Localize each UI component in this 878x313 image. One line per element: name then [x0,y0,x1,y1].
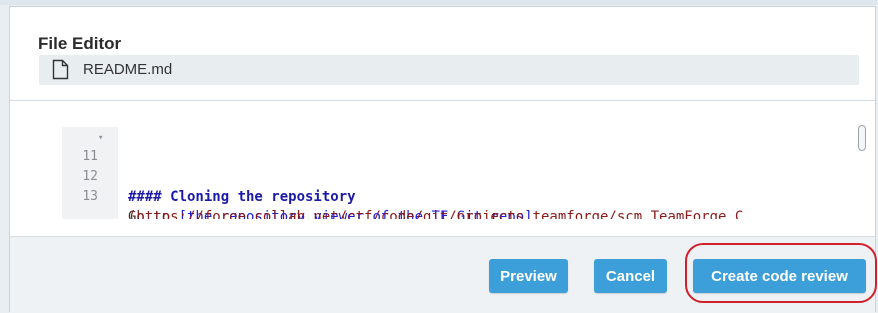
code-line: 11 ▾ #### Cloning the repository [62,127,355,205]
code-line: 13 Go to [the repository viewer of the T… [62,167,532,219]
code-line-wrap: (https://forge.collab.net/ctf/code/git/p… [62,187,743,219]
file-name: README.md [83,61,173,78]
code-editor[interactable]: 11 ▾ #### Cloning the repository 12 13 G… [62,127,862,219]
fold-arrow-icon[interactable]: ▾ [98,128,103,148]
create-code-review-button[interactable]: Create code review [693,259,866,293]
editor-scrollbar[interactable] [858,125,866,151]
preview-button[interactable]: Preview [489,259,568,293]
file-icon [52,59,69,80]
file-editor-dialog: File Editor README.md 11 ▾ #### Cloning … [9,6,877,313]
divider [10,100,875,101]
markdown-link-url: (https://forge.collab.net/ctf/code/git/p… [128,209,744,219]
background-strip [0,0,878,5]
cancel-button[interactable]: Cancel [594,259,667,293]
code-text: #### Cloning the repository [128,189,356,205]
dialog-title: File Editor [38,34,122,53]
code-line: 12 [62,147,113,184]
dialog-footer: Preview Cancel Create code review [10,236,875,313]
file-name-bar: README.md [39,55,859,85]
